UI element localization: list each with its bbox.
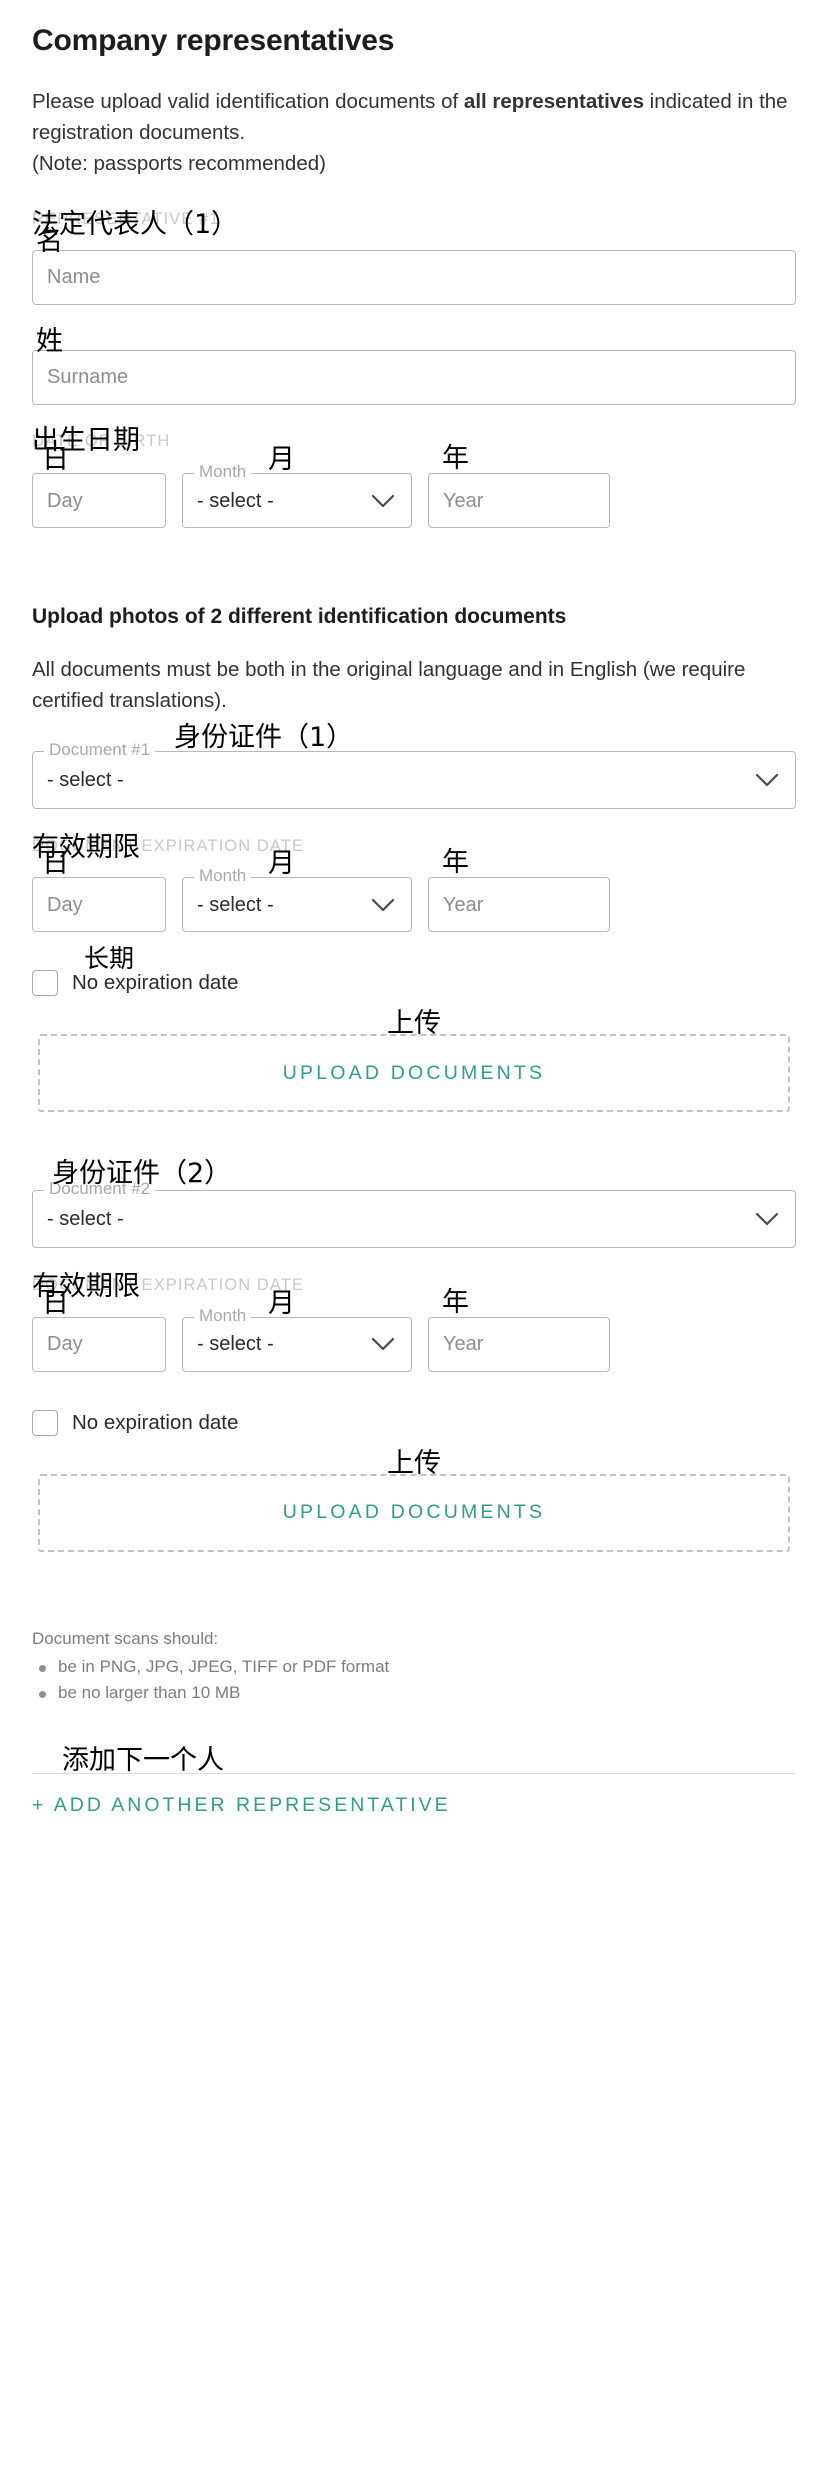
add-representative-block: 添加下一个人 + ADD ANOTHER REPRESENTATIVE [32, 1773, 796, 1816]
name-input-placeholder: Name [47, 267, 100, 287]
document-1-month-select[interactable]: Month - select - [182, 877, 412, 932]
dob-day-input[interactable]: Day [32, 473, 166, 528]
page-title: Company representatives [32, 22, 796, 60]
notes-list: be in PNG, JPG, JPEG, TIFF or PDF format… [32, 1654, 796, 1707]
document-1-upload-label: UPLOAD DOCUMENTS [283, 1062, 545, 1085]
add-another-representative-button[interactable]: + ADD ANOTHER REPRESENTATIVE [32, 1794, 451, 1816]
dob-month-legend: Month [194, 463, 251, 480]
document-2-day-input[interactable]: Day [32, 1317, 166, 1372]
section-divider [32, 1773, 796, 1774]
cn-annotation-document-1: 身份证件（1） [174, 724, 353, 751]
name-field-group: 名 Name [32, 250, 796, 305]
document-1-month-legend: Month [194, 867, 251, 884]
document-1-legend: Document #1 [44, 741, 155, 758]
dob-date-row: 日 Day 月 Month - select - [32, 473, 796, 528]
chevron-down-icon[interactable] [371, 1337, 395, 1351]
name-input[interactable]: Name [32, 250, 796, 305]
intro-note: (Note: passports recommended) [32, 150, 796, 178]
notes-heading: Document scans should: [32, 1626, 796, 1652]
surname-input-placeholder: Surname [47, 367, 128, 387]
upload-section-copy: All documents must be both in the origin… [32, 655, 796, 717]
cn-annotation-month: 月 [268, 446, 295, 473]
document-2-select-value: - select - [47, 1209, 124, 1229]
dob-caption: DATE OF BIRTH [32, 433, 796, 450]
document-1-expiration-row: 日 Day 月 Month - select - [32, 877, 796, 932]
document-1-no-expiration-row[interactable]: No expiration date [32, 970, 796, 996]
cn-annotation-day: 日 [42, 446, 69, 473]
representatives-form-page: Company representatives Please upload va… [0, 0, 828, 2468]
dob-year-placeholder: Year [443, 491, 483, 511]
dob-month-col: 月 Month - select - [182, 473, 412, 528]
document-2-day-col: 日 Day [32, 1317, 166, 1372]
document-1-upload-group: 上传 UPLOAD DOCUMENTS [32, 1034, 796, 1112]
document-1-expiration-group: 有效期限 DOCUMENT EXPIRATION DATE 日 Day 月 Mo… [32, 838, 796, 933]
document-1-day-placeholder: Day [47, 895, 83, 915]
document-1-no-expiration-group: 长期 No expiration date [32, 970, 796, 996]
document-2-month-col: 月 Month - select - [182, 1317, 412, 1372]
chevron-down-icon[interactable] [755, 773, 779, 787]
intro-paragraph: Please upload valid identification docum… [32, 86, 796, 148]
document-1-day-input[interactable]: Day [32, 877, 166, 932]
document-2-year-input[interactable]: Year [428, 1317, 610, 1372]
document-2-no-expiration-group: No expiration date [32, 1410, 796, 1436]
dob-year-input[interactable]: Year [428, 473, 610, 528]
document-1-select[interactable]: Document #1 - select - [32, 751, 796, 809]
document-1-expiration-caption: DOCUMENT EXPIRATION DATE [32, 838, 796, 855]
document-1-select-group: 身份证件（1） Document #1 - select - [32, 751, 796, 809]
chevron-down-icon[interactable] [371, 898, 395, 912]
document-2-expiration-caption: DOCUMENT EXPIRATION DATE [32, 1277, 796, 1294]
document-2-expiration-row: 日 Day 月 Month - select - [32, 1317, 796, 1372]
surname-input[interactable]: Surname [32, 350, 796, 405]
dob-month-value: - select - [197, 491, 274, 511]
document-2-upload-group: 上传 UPLOAD DOCUMENTS [32, 1474, 796, 1552]
cn-annotation-year: 年 [442, 445, 469, 472]
cn-annotation-upload: 上传 [387, 1010, 441, 1037]
document-1-year-input[interactable]: Year [428, 877, 610, 932]
document-2-upload-dropzone[interactable]: UPLOAD DOCUMENTS [38, 1474, 790, 1552]
document-1-no-expiration-label: No expiration date [72, 973, 238, 994]
list-item: be no larger than 10 MB [32, 1680, 796, 1706]
intro-text-part1: Please upload valid identification docum… [32, 90, 464, 113]
list-item: be in PNG, JPG, JPEG, TIFF or PDF format [32, 1654, 796, 1680]
document-1-no-expiration-checkbox[interactable] [32, 970, 58, 996]
document-2-month-select[interactable]: Month - select - [182, 1317, 412, 1372]
cn-annotation-upload: 上传 [387, 1450, 441, 1477]
document-2-year-placeholder: Year [443, 1334, 483, 1354]
representative-caption: REPRESENTATIVE #1 [32, 211, 796, 228]
document-2-expiration-group: 有效期限 DOCUMENT EXPIRATION DATE 日 Day 月 Mo… [32, 1277, 796, 1372]
document-2-year-col: 年 Year [428, 1317, 610, 1372]
document-2-month-value: - select - [197, 1334, 274, 1354]
dob-day-col: 日 Day [32, 473, 166, 528]
document-1-select-value: - select - [47, 770, 124, 790]
document-2-select-group: 身份证件（2） Document #2 - select - [32, 1190, 796, 1248]
document-scan-notes: Document scans should: be in PNG, JPG, J… [32, 1626, 796, 1707]
chevron-down-icon[interactable] [755, 1212, 779, 1226]
upload-section-title: Upload photos of 2 different identificat… [32, 603, 796, 632]
surname-field-group: 姓 Surname [32, 350, 796, 405]
document-1-month-value: - select - [197, 895, 274, 915]
intro-text-bold: all representatives [464, 90, 644, 113]
document-2-select[interactable]: Document #2 - select - [32, 1190, 796, 1248]
representative-heading-block: 法定代表人（1） REPRESENTATIVE #1 [32, 211, 796, 228]
document-1-year-placeholder: Year [443, 895, 483, 915]
document-2-no-expiration-checkbox[interactable] [32, 1410, 58, 1436]
document-1-year-col: 年 Year [428, 877, 610, 932]
chevron-down-icon[interactable] [371, 494, 395, 508]
document-2-upload-label: UPLOAD DOCUMENTS [283, 1501, 545, 1524]
document-2-legend: Document #2 [44, 1180, 155, 1197]
dob-year-col: 年 Year [428, 473, 610, 528]
dob-group: 出生日期 DATE OF BIRTH 日 Day 月 Month - selec… [32, 433, 796, 529]
dob-day-placeholder: Day [47, 491, 83, 511]
document-2-no-expiration-row[interactable]: No expiration date [32, 1410, 796, 1436]
document-1-month-col: 月 Month - select - [182, 877, 412, 932]
cn-annotation-add-representative: 添加下一个人 [62, 1747, 224, 1774]
cn-annotation-no-expiration: 长期 [84, 946, 134, 971]
document-1-upload-dropzone[interactable]: UPLOAD DOCUMENTS [38, 1034, 790, 1112]
document-2-month-legend: Month [194, 1307, 251, 1324]
document-1-day-col: 日 Day [32, 877, 166, 932]
document-2-day-placeholder: Day [47, 1334, 83, 1354]
document-2-no-expiration-label: No expiration date [72, 1413, 238, 1434]
dob-month-select[interactable]: Month - select - [182, 473, 412, 528]
